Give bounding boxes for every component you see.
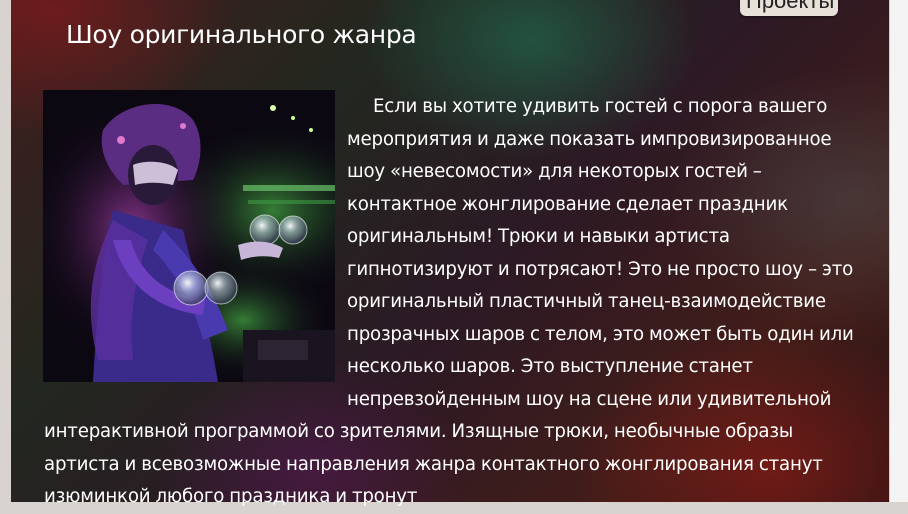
- projects-button[interactable]: Проекты: [740, 0, 839, 16]
- photo-spacer: [44, 91, 347, 407]
- scrollbar[interactable]: [889, 0, 908, 502]
- section-text-block: Если вы хотите удивить гостей с порога в…: [44, 91, 864, 514]
- section-title: Шоу оригинального жанра: [66, 20, 417, 49]
